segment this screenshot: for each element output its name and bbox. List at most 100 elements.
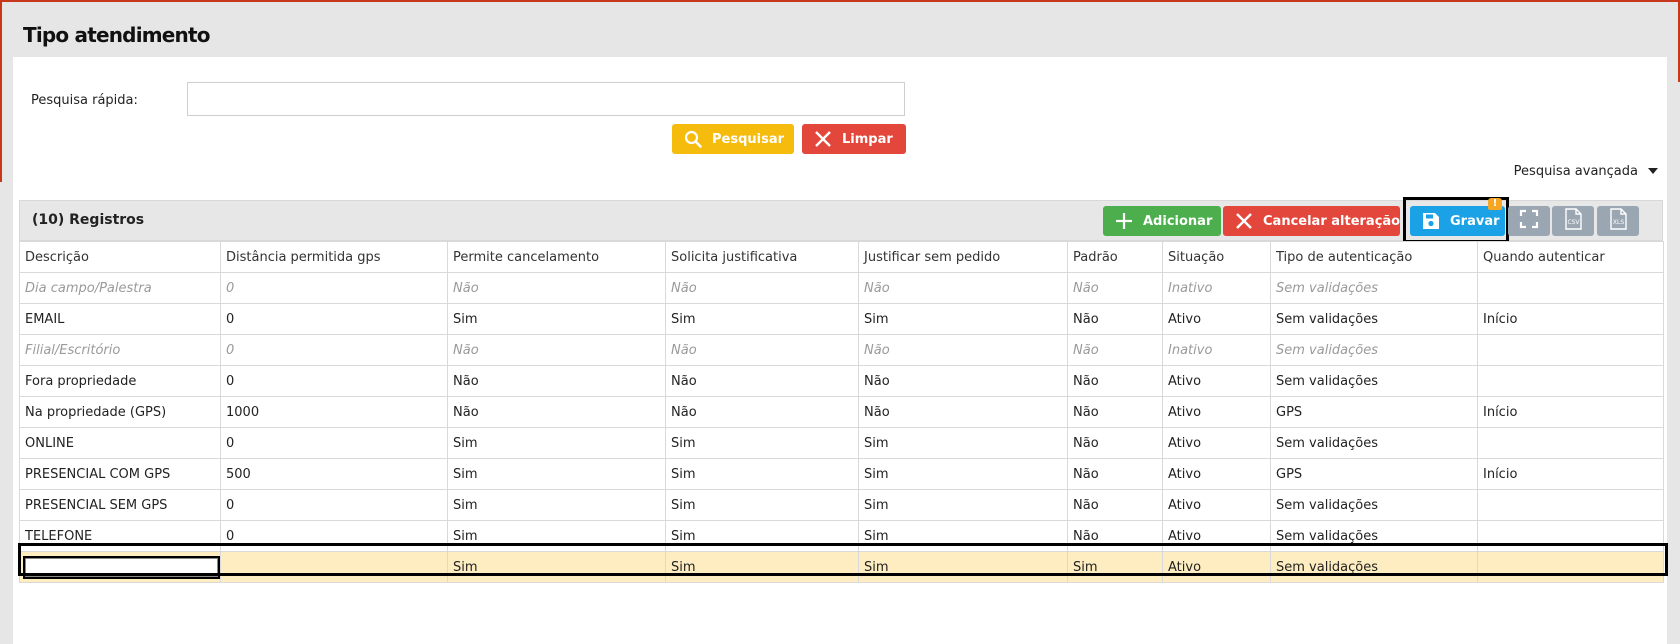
export-csv-button[interactable]: CSV <box>1552 206 1594 236</box>
table-cell[interactable]: Sim <box>858 458 1068 490</box>
fullscreen-button[interactable] <box>1508 206 1550 236</box>
table-cell[interactable]: EMAIL <box>19 303 221 335</box>
table-cell[interactable]: Sim <box>447 520 666 552</box>
add-button[interactable]: Adicionar <box>1103 206 1221 236</box>
table-cell[interactable]: Ativo <box>1162 365 1271 397</box>
table-row[interactable]: TELEFONE 0 Sim Sim Sim Não Ativo Sem validações <box>19 520 1664 552</box>
table-cell[interactable] <box>1477 520 1664 552</box>
table-cell[interactable]: Sim <box>665 551 859 583</box>
table-cell[interactable]: 0 <box>220 489 448 521</box>
table-cell[interactable] <box>1477 427 1664 459</box>
table-cell[interactable]: Sim <box>665 520 859 552</box>
column-header[interactable]: Distância permitida gps <box>220 241 448 273</box>
table-cell[interactable]: Não <box>1067 427 1163 459</box>
table-cell[interactable]: Sem validações <box>1270 551 1478 583</box>
table-cell[interactable]: GPS <box>1270 396 1478 428</box>
table-cell[interactable]: Não <box>1067 272 1163 304</box>
table-cell[interactable]: Ativo <box>1162 396 1271 428</box>
column-header[interactable]: Justificar sem pedido <box>858 241 1068 273</box>
column-header[interactable]: Permite cancelamento <box>447 241 666 273</box>
table-cell[interactable]: Ativo <box>1162 427 1271 459</box>
table-cell[interactable]: Sim <box>858 551 1068 583</box>
table-cell[interactable]: Sim <box>665 489 859 521</box>
table-cell[interactable]: Não <box>447 272 666 304</box>
table-cell[interactable]: Não <box>1067 303 1163 335</box>
table-cell[interactable]: Início <box>1477 458 1664 490</box>
table-cell[interactable]: Sim <box>447 458 666 490</box>
table-cell[interactable]: Ativo <box>1162 551 1271 583</box>
table-cell[interactable]: Sim <box>447 427 666 459</box>
table-cell[interactable]: Na propriedade (GPS) <box>19 396 221 428</box>
export-xls-button[interactable]: XLS <box>1597 206 1639 236</box>
table-cell[interactable]: 0 <box>220 520 448 552</box>
column-header[interactable]: Tipo de autenticação <box>1270 241 1478 273</box>
table-cell[interactable]: Sim <box>665 303 859 335</box>
table-cell[interactable]: 0 <box>220 272 448 304</box>
table-cell[interactable]: 0 <box>220 303 448 335</box>
table-cell[interactable]: GPS <box>1270 458 1478 490</box>
cancel-changes-button[interactable]: Cancelar alteração <box>1223 206 1400 236</box>
table-cell[interactable] <box>19 551 221 583</box>
table-cell[interactable]: 500 <box>220 458 448 490</box>
table-cell[interactable]: 0 <box>220 334 448 366</box>
table-cell[interactable]: Sem validações <box>1270 365 1478 397</box>
table-cell[interactable]: Não <box>1067 458 1163 490</box>
table-cell[interactable]: Não <box>1067 396 1163 428</box>
table-cell[interactable] <box>1477 334 1664 366</box>
table-cell[interactable]: Não <box>1067 365 1163 397</box>
table-row[interactable]: Filial/Escritório 0 Não Não Não Não Inativo Sem… <box>19 334 1664 366</box>
column-header[interactable]: Descrição <box>19 241 221 273</box>
table-cell[interactable]: 1000 <box>220 396 448 428</box>
table-cell[interactable]: Não <box>858 272 1068 304</box>
column-header[interactable]: Quando autenticar <box>1477 241 1664 273</box>
table-cell[interactable]: 0 <box>220 365 448 397</box>
table-cell[interactable]: ONLINE <box>19 427 221 459</box>
table-cell[interactable]: Não <box>447 365 666 397</box>
table-cell[interactable] <box>1477 551 1664 583</box>
table-cell[interactable]: Início <box>1477 303 1664 335</box>
table-cell[interactable]: Ativo <box>1162 520 1271 552</box>
table-cell[interactable]: Sim <box>858 303 1068 335</box>
table-row[interactable]: EMAIL 0 Sim Sim Sim Não Ativo Sem validações Iní… <box>19 303 1664 335</box>
advanced-search-toggle[interactable]: Pesquisa avançada <box>1514 164 1658 179</box>
search-button[interactable]: Pesquisar <box>672 124 794 154</box>
table-cell[interactable]: Ativo <box>1162 458 1271 490</box>
table-cell[interactable]: Sim <box>665 458 859 490</box>
new-record-row[interactable]: Sim Sim Sim Sim Ativo Sem validações <box>19 551 1664 583</box>
table-cell[interactable]: Sem validações <box>1270 489 1478 521</box>
table-cell[interactable]: Sim <box>447 303 666 335</box>
table-cell[interactable]: Não <box>665 396 859 428</box>
table-cell[interactable] <box>1477 365 1664 397</box>
table-cell[interactable]: PRESENCIAL SEM GPS <box>19 489 221 521</box>
table-cell[interactable]: Fora propriedade <box>19 365 221 397</box>
table-cell[interactable]: Não <box>858 365 1068 397</box>
table-cell[interactable]: Não <box>1067 489 1163 521</box>
table-cell[interactable]: Sem validações <box>1270 334 1478 366</box>
table-cell[interactable]: Não <box>665 365 859 397</box>
table-cell[interactable]: Filial/Escritório <box>19 334 221 366</box>
table-cell[interactable]: Não <box>858 396 1068 428</box>
table-cell[interactable]: Sem validações <box>1270 303 1478 335</box>
table-cell[interactable]: Dia campo/Palestra <box>19 272 221 304</box>
table-cell[interactable]: Início <box>1477 396 1664 428</box>
table-cell[interactable]: Sem validações <box>1270 272 1478 304</box>
table-row[interactable]: Na propriedade (GPS) 1000 Não Não Não Não Ativ… <box>19 396 1664 428</box>
table-cell[interactable]: Não <box>1067 520 1163 552</box>
table-cell[interactable] <box>220 551 448 583</box>
table-row[interactable]: Fora propriedade 0 Não Não Não Não Ativo Sem va… <box>19 365 1664 397</box>
table-cell[interactable]: Sim <box>858 489 1068 521</box>
table-cell[interactable]: TELEFONE <box>19 520 221 552</box>
table-cell[interactable]: Inativo <box>1162 334 1271 366</box>
table-cell[interactable]: Sim <box>665 427 859 459</box>
clear-button[interactable]: Limpar <box>802 124 906 154</box>
table-cell[interactable]: Não <box>447 334 666 366</box>
table-row[interactable]: Dia campo/Palestra 0 Não Não Não Não Inativo Se… <box>19 272 1664 304</box>
table-cell[interactable]: Sem validações <box>1270 427 1478 459</box>
table-cell[interactable]: Sim <box>447 551 666 583</box>
table-cell[interactable]: Ativo <box>1162 489 1271 521</box>
table-cell[interactable]: Não <box>858 334 1068 366</box>
quick-search-input[interactable] <box>187 82 905 116</box>
table-row[interactable]: PRESENCIAL COM GPS 500 Sim Sim Sim Não Ativo GP… <box>19 458 1664 490</box>
table-cell[interactable]: Sim <box>858 520 1068 552</box>
table-cell[interactable] <box>1477 272 1664 304</box>
